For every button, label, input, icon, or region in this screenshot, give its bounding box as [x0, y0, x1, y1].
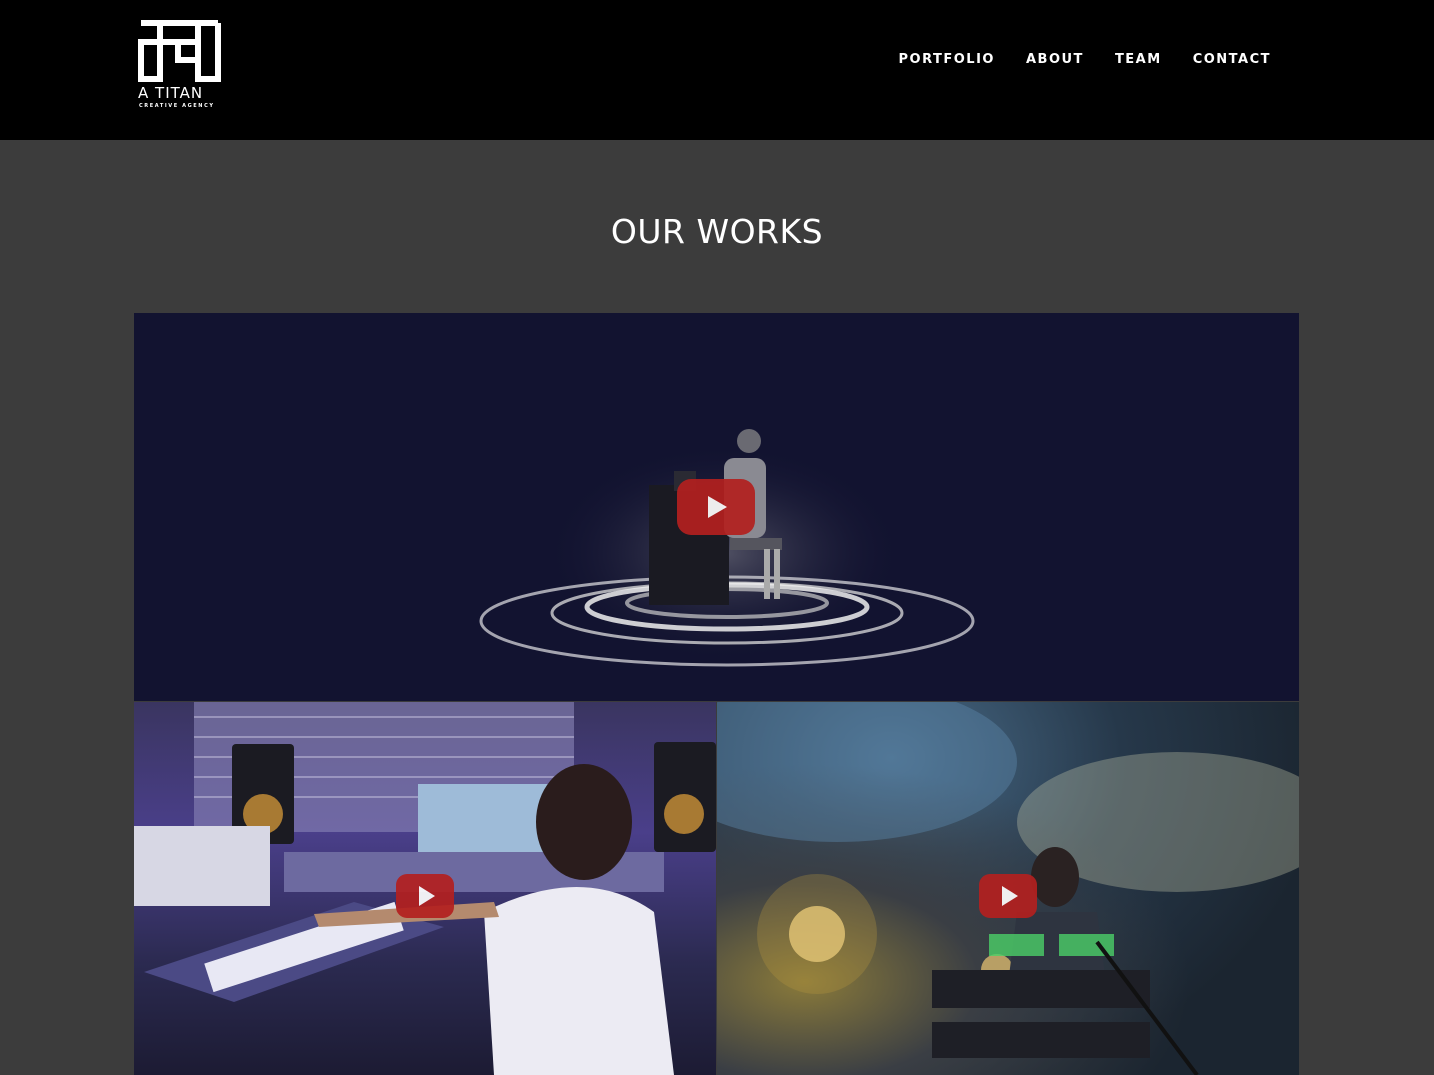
brand-logo[interactable]: A TITAN CREATIVE AGENCY [138, 20, 222, 112]
video-thumbnail-studio[interactable] [134, 702, 716, 1075]
site-header: A TITAN CREATIVE AGENCY PORTFOLIO ABOUT … [0, 0, 1434, 140]
main-nav: PORTFOLIO ABOUT TEAM CONTACT [899, 52, 1272, 67]
video-thumbnail-concert[interactable] [717, 702, 1299, 1075]
play-button[interactable] [979, 874, 1037, 918]
brand-name: A TITAN [138, 84, 204, 102]
section-title: OUR WORKS [610, 212, 824, 251]
nav-item-contact[interactable]: CONTACT [1193, 52, 1271, 67]
video-thumbnail-pianist[interactable] [134, 313, 1299, 701]
nav-item-portfolio[interactable]: PORTFOLIO [899, 52, 995, 67]
play-button[interactable] [396, 874, 454, 918]
titan-logo-icon [138, 20, 221, 82]
nav-item-about[interactable]: ABOUT [1026, 52, 1084, 67]
play-button[interactable] [677, 479, 755, 535]
brand-tagline: CREATIVE AGENCY [139, 103, 215, 109]
nav-item-team[interactable]: TEAM [1115, 52, 1162, 67]
